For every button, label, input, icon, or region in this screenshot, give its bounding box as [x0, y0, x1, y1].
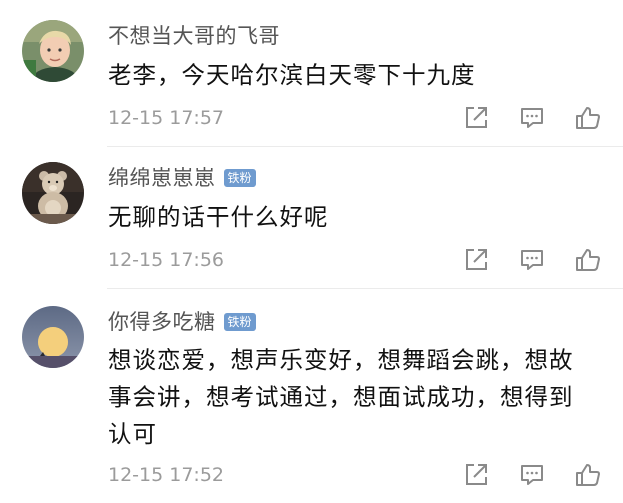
reply-button[interactable] — [517, 103, 547, 133]
username[interactable]: 你得多吃糖 — [108, 307, 216, 337]
comment-text-line: 认可 — [108, 420, 157, 448]
comment-icon — [521, 465, 543, 485]
share-button[interactable] — [461, 245, 491, 275]
share-button[interactable] — [461, 460, 491, 490]
like-button[interactable] — [573, 460, 603, 490]
divider — [107, 288, 623, 289]
like-button[interactable] — [573, 103, 603, 133]
comment-icon — [521, 250, 543, 270]
timestamp: 12-15 17:56 — [108, 249, 225, 271]
thumbs-up-icon — [576, 107, 600, 129]
share-icon — [466, 107, 487, 128]
reply-button[interactable] — [517, 245, 547, 275]
divider — [107, 146, 623, 147]
timestamp: 12-15 17:57 — [108, 107, 225, 129]
fan-badge: 铁粉 — [223, 313, 256, 331]
teddy-bear-photo-avatar — [22, 162, 84, 224]
comment-text: 无聊的话干什么好呢 — [108, 199, 608, 236]
comment-icon — [521, 108, 543, 128]
like-button[interactable] — [573, 245, 603, 275]
comment-text: 老李，今天哈尔滨白天零下十九度 — [108, 57, 608, 94]
fan-badge: 铁粉 — [223, 169, 256, 187]
comment-text-line: 老李，今天哈尔滨白天零下十九度 — [108, 61, 476, 89]
share-button[interactable] — [461, 103, 491, 133]
share-icon — [466, 249, 487, 270]
username[interactable]: 不想当大哥的飞哥 — [108, 21, 280, 51]
thumbs-up-icon — [576, 464, 600, 486]
comment-text-line: 想谈恋爱，想声乐变好，想舞蹈会跳，想故 — [108, 346, 574, 374]
comment-text-line: 无聊的话干什么好呢 — [108, 203, 329, 231]
avatar[interactable] — [22, 20, 84, 82]
share-icon — [466, 464, 487, 485]
avatar[interactable] — [22, 162, 84, 224]
avatar[interactable] — [22, 306, 84, 368]
reply-button[interactable] — [517, 460, 547, 490]
thumbs-up-icon — [576, 249, 600, 271]
username[interactable]: 绵绵崽崽崽 — [108, 163, 216, 193]
comment-text-line: 事会讲，想考试通过，想面试成功，想得到 — [108, 383, 574, 411]
boy-photo-avatar — [22, 20, 84, 82]
timestamp: 12-15 17:52 — [108, 464, 225, 486]
comment-text: 想谈恋爱，想声乐变好，想舞蹈会跳，想故 事会讲，想考试通过，想面试成功，想得到 … — [108, 342, 608, 453]
moon-photo-avatar — [22, 306, 84, 368]
